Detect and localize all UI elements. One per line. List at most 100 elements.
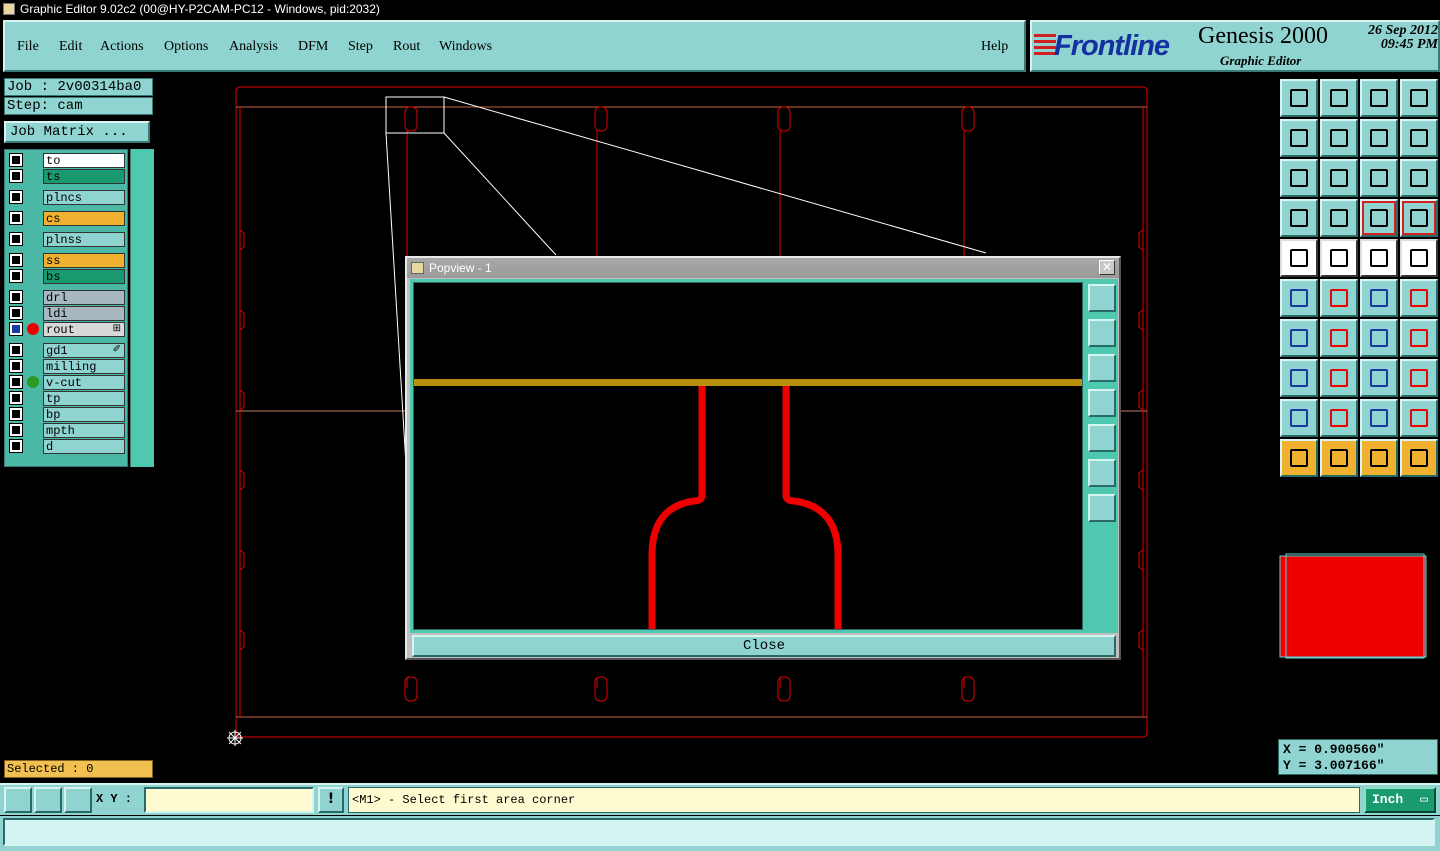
triangle-icon[interactable] bbox=[1360, 399, 1398, 437]
layer-scrollbar[interactable] bbox=[130, 149, 154, 467]
angle-icon[interactable] bbox=[1280, 319, 1318, 357]
layer-row-v-cut[interactable]: v-cut bbox=[8, 375, 126, 390]
alert-icon[interactable]: ! bbox=[318, 787, 344, 813]
zoom-home-icon[interactable] bbox=[1320, 79, 1358, 117]
flip-icon[interactable] bbox=[1400, 319, 1438, 357]
layer-name[interactable]: mpth bbox=[43, 423, 125, 438]
zoom-area-icon[interactable] bbox=[4, 787, 32, 813]
layer-name[interactable]: d bbox=[43, 439, 125, 454]
swap-icon[interactable] bbox=[1360, 119, 1398, 157]
layer-row-drl[interactable]: drl bbox=[8, 290, 126, 305]
layer-checkbox[interactable] bbox=[9, 290, 23, 304]
layer-name[interactable]: rout ⊞ bbox=[43, 322, 125, 337]
pad-move-icon[interactable] bbox=[1280, 359, 1318, 397]
select-cursor-icon[interactable] bbox=[1320, 439, 1358, 477]
route-cursor-icon[interactable] bbox=[1400, 439, 1438, 477]
layer-row-ldi[interactable]: ldi bbox=[8, 306, 126, 321]
window-icon[interactable] bbox=[1400, 79, 1438, 117]
layer-checkbox[interactable] bbox=[9, 253, 23, 267]
layer-checkbox[interactable] bbox=[9, 391, 23, 405]
layer-checkbox[interactable] bbox=[9, 407, 23, 421]
layer-checkbox[interactable] bbox=[9, 343, 23, 357]
layer-name[interactable]: bp bbox=[43, 407, 125, 422]
job-matrix-button[interactable]: Job Matrix ... bbox=[4, 121, 150, 143]
layer-checkbox[interactable] bbox=[9, 375, 23, 389]
triangle-icon[interactable] bbox=[1400, 399, 1438, 437]
layer-name[interactable]: bs bbox=[43, 269, 125, 284]
layer-checkbox[interactable] bbox=[9, 269, 23, 283]
line-icon[interactable] bbox=[1320, 319, 1358, 357]
layer-checkbox[interactable] bbox=[9, 439, 23, 453]
dimension-icon[interactable] bbox=[1360, 359, 1398, 397]
layer-row-ss[interactable]: ss bbox=[8, 253, 126, 268]
home-icon[interactable] bbox=[1360, 79, 1398, 117]
pan-left-icon[interactable] bbox=[1280, 119, 1318, 157]
popview-pan-right-icon[interactable] bbox=[1088, 424, 1116, 452]
select-cursor-icon[interactable] bbox=[1360, 439, 1398, 477]
layer-checkbox[interactable] bbox=[9, 423, 23, 437]
layer-row-mpth[interactable]: mpth bbox=[8, 423, 126, 438]
snap-red-icon[interactable] bbox=[1360, 199, 1398, 237]
grid-icon[interactable] bbox=[1320, 199, 1358, 237]
triangle-icon[interactable] bbox=[1280, 399, 1318, 437]
triangle-icon[interactable] bbox=[1320, 399, 1358, 437]
menu-dfm[interactable]: DFM bbox=[298, 39, 328, 55]
popview-titlebar[interactable]: Popview - 1 ✕ bbox=[407, 258, 1119, 278]
popview-zoom-icon[interactable] bbox=[1088, 284, 1116, 312]
net-icon[interactable] bbox=[1280, 279, 1318, 317]
menu-edit[interactable]: Edit bbox=[59, 39, 82, 55]
measure-settings-icon[interactable] bbox=[1280, 199, 1318, 237]
layer-row-plnss[interactable]: plnss bbox=[8, 232, 126, 247]
menu-analysis[interactable]: Analysis bbox=[229, 39, 278, 55]
menu-windows[interactable]: Windows bbox=[439, 39, 492, 55]
popview-pan-down-icon[interactable] bbox=[1088, 354, 1116, 382]
menu-file[interactable]: File bbox=[17, 39, 39, 55]
measure-icon[interactable] bbox=[34, 787, 62, 813]
select-cursor-icon[interactable] bbox=[1280, 439, 1318, 477]
layer-row-bp[interactable]: bp bbox=[8, 407, 126, 422]
layer-name[interactable]: tp bbox=[43, 391, 125, 406]
layer-checkbox[interactable] bbox=[9, 190, 23, 204]
popview-zoom-center-icon[interactable] bbox=[1088, 494, 1116, 522]
blob-icon[interactable] bbox=[1400, 359, 1438, 397]
layer-name[interactable]: v-cut bbox=[43, 375, 125, 390]
layer-name[interactable]: ts bbox=[43, 169, 125, 184]
popview-close-icon[interactable]: ✕ bbox=[1099, 260, 1115, 275]
grid-snap-icon[interactable] bbox=[64, 787, 92, 813]
menu-rout[interactable]: Rout bbox=[393, 39, 420, 55]
layer-row-to[interactable]: to bbox=[8, 153, 126, 168]
layer-name[interactable]: plnss bbox=[43, 232, 125, 247]
layer-checkbox[interactable] bbox=[9, 359, 23, 373]
layer-name[interactable]: cs bbox=[43, 211, 125, 226]
circle-icon[interactable] bbox=[1400, 239, 1438, 277]
layer-checkbox[interactable] bbox=[9, 153, 23, 167]
layer-row-gd1[interactable]: gd1 ✐ bbox=[8, 343, 126, 358]
snap-red-icon[interactable] bbox=[1400, 199, 1438, 237]
popview-zoom-fit-icon[interactable] bbox=[1088, 459, 1116, 487]
zoom-center-icon[interactable] bbox=[1320, 159, 1358, 197]
layer-row-plncs[interactable]: plncs bbox=[8, 190, 126, 205]
ruler-icon[interactable] bbox=[1360, 239, 1398, 277]
menu-options[interactable]: Options bbox=[164, 39, 208, 55]
popview-pan-left-icon[interactable] bbox=[1088, 389, 1116, 417]
layer-row-rout[interactable]: rout ⊞ bbox=[8, 322, 126, 337]
move-point-icon[interactable] bbox=[1400, 279, 1438, 317]
layer-checkbox[interactable] bbox=[9, 232, 23, 246]
xy-input[interactable] bbox=[144, 787, 314, 813]
question-icon[interactable] bbox=[1400, 159, 1438, 197]
layer-checkbox[interactable] bbox=[9, 306, 23, 320]
layer-name[interactable]: to bbox=[43, 153, 125, 168]
layer-row-milling[interactable]: milling bbox=[8, 359, 126, 374]
layer-name[interactable]: gd1 ✐ bbox=[43, 343, 125, 358]
layer-checkbox[interactable] bbox=[9, 211, 23, 225]
menu-actions[interactable]: Actions bbox=[100, 39, 144, 55]
arc-icon[interactable] bbox=[1360, 319, 1398, 357]
menu-help[interactable]: Help bbox=[981, 39, 1008, 55]
popview-close-button[interactable]: Close bbox=[412, 635, 1116, 657]
layer-row-tp[interactable]: tp bbox=[8, 391, 126, 406]
layer-row-bs[interactable]: bs bbox=[8, 269, 126, 284]
layer-name[interactable]: drl bbox=[43, 290, 125, 305]
overview-preview[interactable] bbox=[1278, 551, 1438, 661]
popview-pan-up-icon[interactable] bbox=[1088, 319, 1116, 347]
pan-right-icon[interactable] bbox=[1320, 119, 1358, 157]
